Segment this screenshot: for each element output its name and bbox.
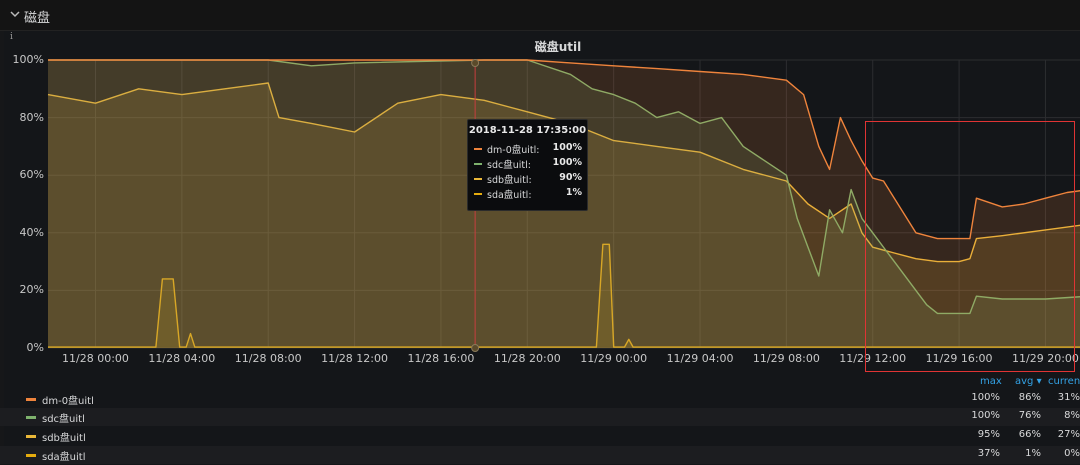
tooltip: 2018-11-28 17:35:00 dm-0盘uitl: 100% sdc盘… (467, 119, 588, 211)
legend-swatch (26, 416, 36, 419)
series-swatch (474, 193, 482, 195)
legend-header-current[interactable]: current (1048, 376, 1080, 387)
legend-series-name[interactable]: dm-0盘uitl (42, 392, 94, 407)
tooltip-series-value: 90% (559, 172, 582, 183)
legend-current: 27% (1057, 429, 1080, 440)
x-tick-label: 11/28 04:00 (148, 352, 216, 365)
legend-row-dm0[interactable]: dm-0盘uitl 100% 86% 31% (0, 390, 1080, 408)
series-swatch (474, 163, 482, 165)
legend-series-name[interactable]: sdb盘uitl (42, 429, 86, 444)
x-tick-label: 11/28 08:00 (234, 352, 302, 365)
legend-avg: 66% (1018, 429, 1041, 440)
legend-header-max[interactable]: max (980, 376, 1002, 387)
legend-current: 8% (1064, 410, 1080, 421)
y-tick-label: 40% (19, 225, 44, 239)
crosshair-marker-top (471, 59, 480, 67)
legend-avg: 86% (1018, 392, 1041, 403)
legend-current: 31% (1057, 392, 1080, 403)
tooltip-series-value: 100% (552, 142, 582, 153)
series-swatch (474, 178, 482, 180)
legend-row-sda[interactable]: sda盘uitl 37% 1% 0% (0, 446, 1080, 464)
legend-current: 0% (1064, 448, 1080, 459)
tooltip-series-name: sda盘uitl: (487, 190, 532, 201)
legend-max: 100% (971, 410, 1000, 421)
legend-header-avg[interactable]: avg ▾ (1015, 376, 1042, 387)
legend-series-name[interactable]: sda盘uitl (42, 448, 86, 463)
legend-swatch (26, 435, 36, 438)
tooltip-series-name: dm-0盘uitl: (487, 145, 540, 156)
tooltip-row: sda盘uitl: 1% (474, 187, 582, 201)
crosshair-marker-bottom (471, 344, 480, 352)
legend-max: 37% (977, 448, 1000, 459)
legend-avg: 1% (1025, 448, 1041, 459)
legend-series-name[interactable]: sdc盘uitl (42, 410, 85, 425)
tooltip-series-value: 1% (565, 187, 582, 198)
x-tick-label: 11/29 08:00 (752, 352, 820, 365)
legend-avg: 76% (1018, 410, 1041, 421)
legend-max: 100% (971, 392, 1000, 403)
legend-row-sdb[interactable]: sdb盘uitl 95% 66% 27% (0, 427, 1080, 445)
legend-swatch (26, 398, 36, 401)
y-tick-label: 60% (19, 168, 44, 182)
tooltip-time: 2018-11-28 17:35:00 (468, 125, 587, 136)
legend-row-sdc[interactable]: sdc盘uitl 100% 76% 8% (0, 408, 1080, 426)
x-tick-label: 11/28 12:00 (321, 352, 389, 365)
x-tick-label: 11/28 16:00 (407, 352, 475, 365)
x-tick-label: 11/28 00:00 (62, 352, 129, 365)
tooltip-series-value: 100% (552, 157, 582, 168)
y-tick-label: 0% (26, 341, 44, 354)
y-tick-label: 100% (12, 53, 44, 66)
x-tick-label: 11/29 00:00 (580, 352, 648, 365)
x-tick-label: 11/29 04:00 (666, 352, 734, 365)
annotation-box (865, 121, 1075, 372)
tooltip-series-name: sdb盘uitl: (487, 175, 532, 186)
tooltip-row: sdb盘uitl: 90% (474, 172, 582, 186)
x-tick-label: 11/28 20:00 (493, 352, 561, 365)
series-swatch (474, 148, 482, 150)
legend-swatch (26, 454, 36, 457)
tooltip-row: dm-0盘uitl: 100% (474, 142, 582, 156)
y-tick-label: 20% (19, 283, 44, 297)
legend-max: 95% (977, 429, 1000, 440)
y-tick-label: 80% (19, 110, 44, 124)
tooltip-row: sdc盘uitl: 100% (474, 157, 582, 171)
tooltip-series-name: sdc盘uitl: (487, 160, 531, 171)
